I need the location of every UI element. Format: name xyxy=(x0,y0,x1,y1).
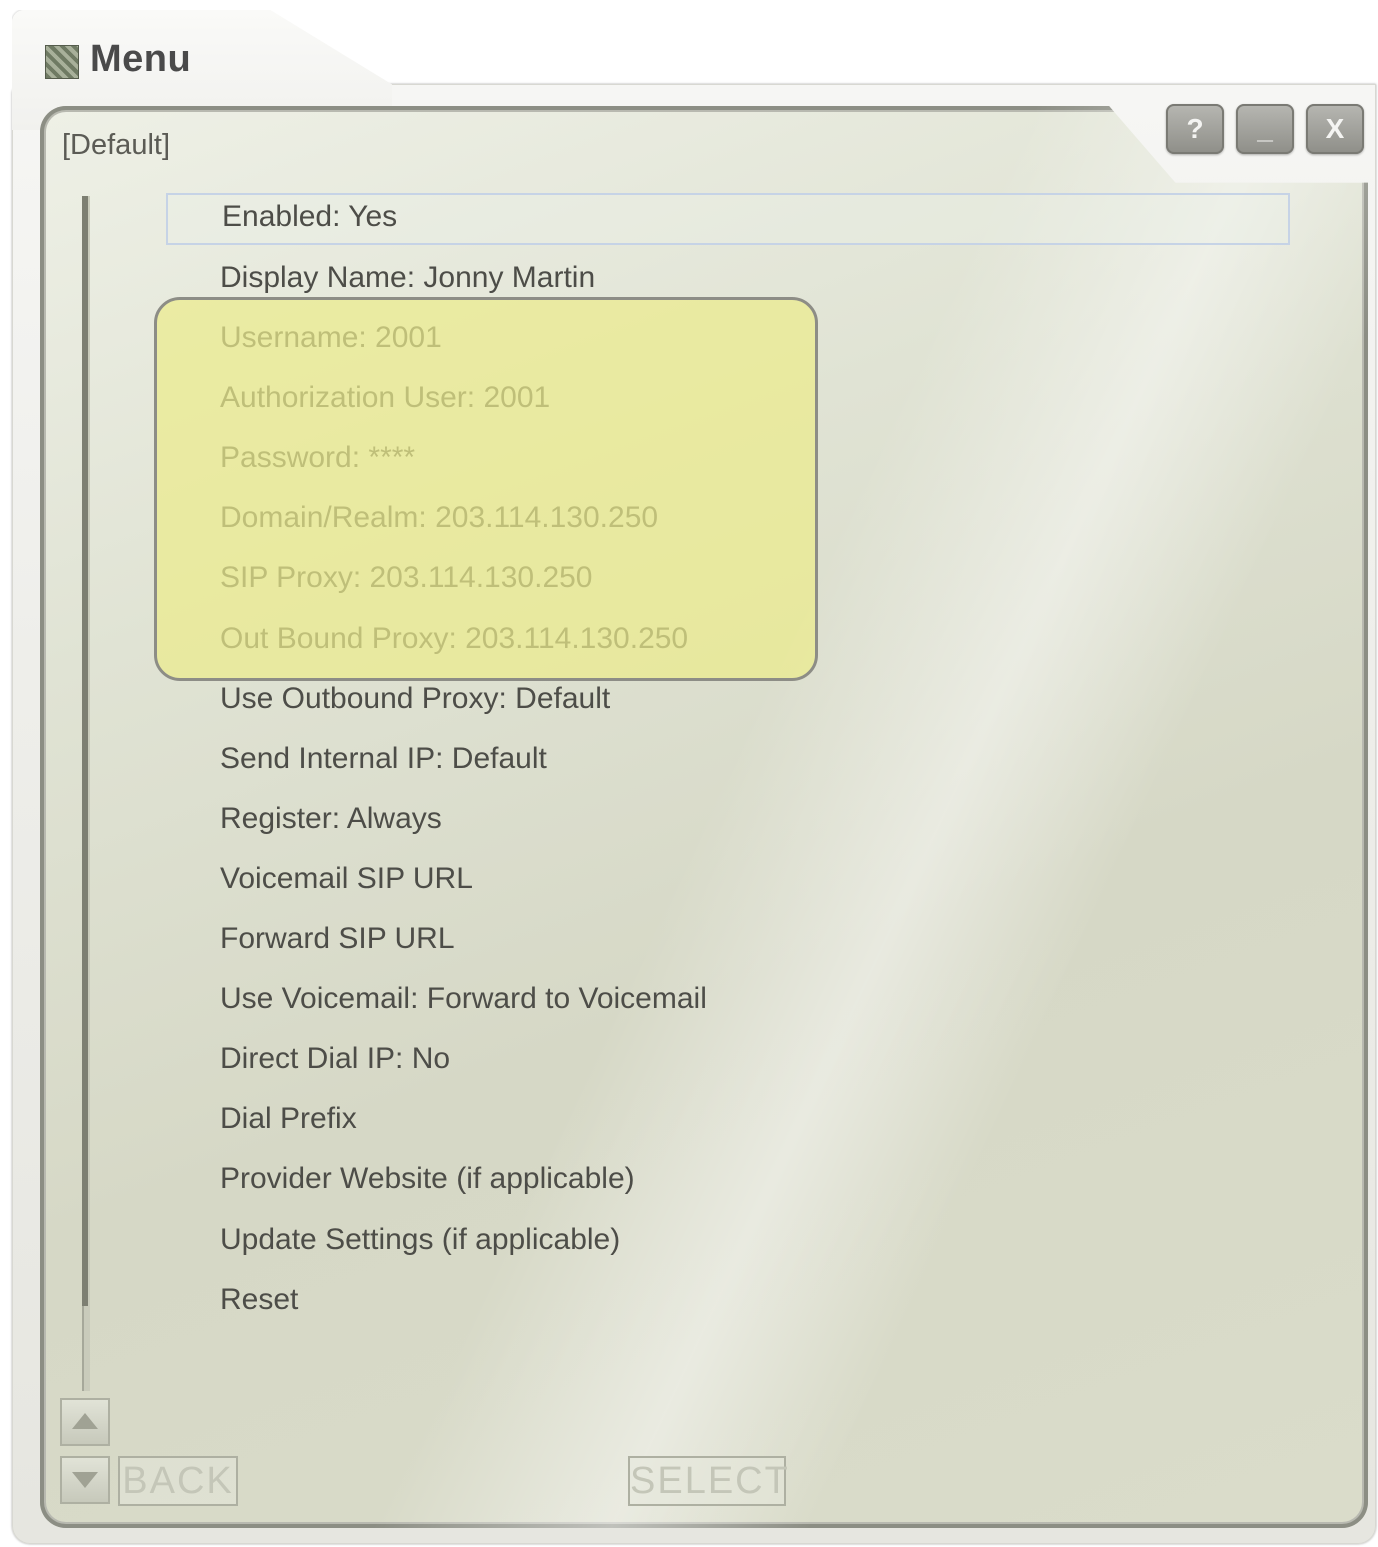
menu-item[interactable]: Authorization User: 2001 xyxy=(166,373,1290,433)
menu-item[interactable]: Register: Always xyxy=(166,794,1290,854)
menu-item[interactable]: Domain/Realm: 203.114.130.250 xyxy=(166,493,1290,553)
menu-item[interactable]: Reset xyxy=(166,1275,1290,1335)
scroll-up-arrow-icon xyxy=(72,1413,98,1429)
menu-item[interactable]: Use Outbound Proxy: Default xyxy=(166,674,1290,734)
menu-item[interactable]: Password: **** xyxy=(166,433,1290,493)
scroll-up-button[interactable] xyxy=(60,1398,110,1446)
menu-item[interactable]: Send Internal IP: Default xyxy=(166,734,1290,794)
menu-item[interactable]: Out Bound Proxy: 203.114.130.250 xyxy=(166,614,1290,674)
close-button[interactable]: X xyxy=(1306,104,1364,154)
help-button[interactable]: ? xyxy=(1166,104,1224,154)
minimize-button[interactable]: _ xyxy=(1236,104,1294,154)
menu-item[interactable]: Username: 2001 xyxy=(166,313,1290,373)
profile-label: [Default] xyxy=(62,129,170,161)
menu-item[interactable]: Direct Dial IP: No xyxy=(166,1034,1290,1094)
select-button[interactable]: SELECT xyxy=(628,1456,788,1506)
menu-item[interactable]: SIP Proxy: 203.114.130.250 xyxy=(166,553,1290,613)
menu-item[interactable]: Voicemail SIP URL xyxy=(166,854,1290,914)
menu-item[interactable]: Update Settings (if applicable) xyxy=(166,1215,1290,1275)
menu-item[interactable]: Provider Website (if applicable) xyxy=(166,1154,1290,1214)
settings-menu-list: Enabled: Yes Display Name: Jonny Martin Us… xyxy=(166,193,1290,1335)
sip-account-menu-window: Menu [Default] ? _ X Enabled: Yes Display… xyxy=(0,0,1378,1547)
window-title: Menu xyxy=(90,38,192,80)
scroll-down-button[interactable] xyxy=(60,1456,110,1504)
scrollbar-thumb[interactable] xyxy=(82,196,88,1306)
back-button[interactable]: BACK xyxy=(118,1456,238,1506)
menu-item[interactable]: Enabled: Yes xyxy=(166,193,1290,245)
menu-item[interactable]: Dial Prefix xyxy=(166,1094,1290,1154)
menu-item[interactable]: Forward SIP URL xyxy=(166,914,1290,974)
menu-item[interactable]: Use Voicemail: Forward to Voicemail xyxy=(166,974,1290,1034)
app-icon xyxy=(45,45,79,79)
scroll-down-arrow-icon xyxy=(72,1472,98,1488)
menu-item[interactable]: Display Name: Jonny Martin xyxy=(166,253,1290,313)
